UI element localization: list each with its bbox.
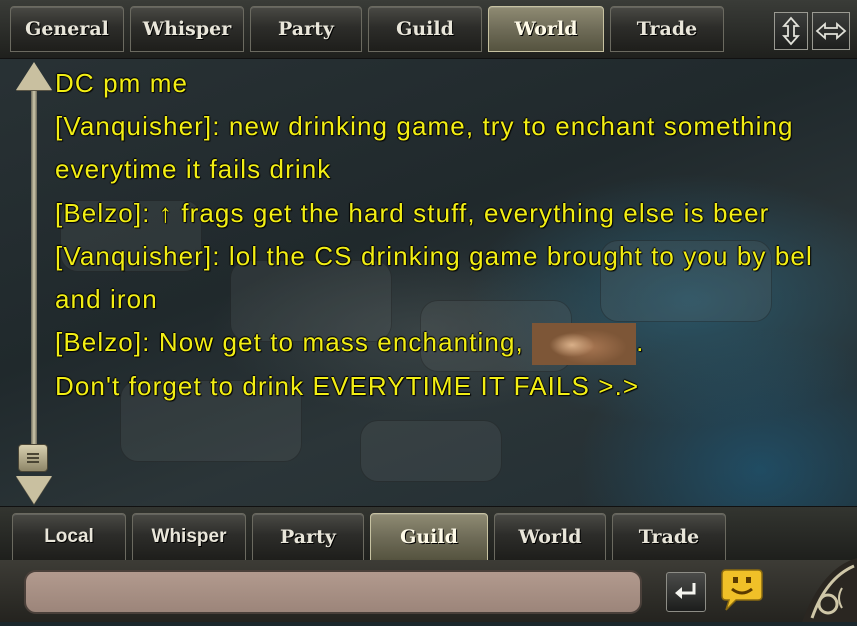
chat-message: [Vanquisher]: lol the CS drinking game b… — [55, 240, 813, 315]
tab-label: Local — [44, 526, 94, 547]
chat-message-text: . — [636, 327, 645, 358]
tab-label: General — [25, 18, 109, 40]
tab-trade[interactable]: Trade — [610, 6, 724, 52]
chat-input[interactable] — [24, 570, 642, 614]
tab-world-channel[interactable]: World — [494, 513, 606, 561]
resize-vertical-button[interactable] — [774, 12, 808, 50]
resize-horizontal-icon — [815, 22, 847, 40]
corner-ornament — [782, 548, 857, 622]
chat-scrollbar-track[interactable] — [31, 86, 37, 446]
scroll-down-arrow-icon[interactable] — [16, 476, 52, 504]
chat-message-text: [Belzo]: Now get to mass enchanting, — [55, 327, 533, 358]
emote-button[interactable] — [718, 568, 766, 614]
tab-label: Guild — [400, 526, 458, 548]
tab-label: Party — [278, 18, 334, 40]
return-arrow-icon — [675, 583, 696, 599]
tab-trade-channel[interactable]: Trade — [612, 513, 726, 561]
send-button[interactable] — [666, 572, 706, 612]
chat-message: [Vanquisher]: new drinking game, try to … — [55, 111, 794, 185]
tab-guild[interactable]: Guild — [368, 6, 482, 52]
background-stone — [360, 420, 502, 482]
tab-party-channel[interactable]: Party — [252, 513, 364, 561]
chat-message: DC pm me — [55, 68, 189, 98]
chat-message: Don't forget to drink EVERYTIME IT FAILS… — [55, 371, 640, 402]
resize-horizontal-button[interactable] — [812, 12, 850, 50]
speech-bubble-smiley-icon — [721, 569, 763, 611]
chat-channel-tab-bar: Local Whisper Party Guild World Trade — [0, 506, 857, 561]
tab-label: Whisper — [142, 18, 232, 40]
chat-message-log: DC pm me [Vanquisher]: new drinking game… — [55, 62, 845, 408]
tab-local[interactable]: Local — [12, 513, 126, 561]
tab-label: Trade — [638, 526, 700, 548]
tab-whisper[interactable]: Whisper — [130, 6, 244, 52]
tab-label: World — [514, 18, 578, 40]
tab-label: World — [518, 526, 582, 548]
chat-filter-tab-bar: General Whisper Party Guild World Trade — [0, 0, 857, 59]
tab-whisper-channel[interactable]: Whisper — [132, 513, 246, 561]
tab-guild-channel[interactable]: Guild — [370, 513, 488, 561]
chat-message: [Belzo]: Now get to mass enchanting, . — [55, 321, 845, 366]
tab-general[interactable]: General — [10, 6, 124, 52]
tab-label: Trade — [636, 18, 698, 40]
tab-label: Whisper — [151, 526, 227, 547]
tab-world[interactable]: World — [488, 6, 604, 52]
chat-message: [Belzo]: ↑ frags get the hard stuff, eve… — [55, 197, 770, 228]
tab-party[interactable]: Party — [250, 6, 362, 52]
scroll-up-arrow-icon[interactable] — [16, 62, 52, 90]
tab-label: Guild — [396, 18, 454, 40]
grip-icon — [27, 453, 39, 463]
groundhog-emote-icon — [532, 323, 637, 366]
tab-label: Party — [280, 526, 336, 548]
resize-vertical-icon — [782, 16, 800, 46]
chat-scrollbar-thumb[interactable] — [18, 444, 48, 472]
